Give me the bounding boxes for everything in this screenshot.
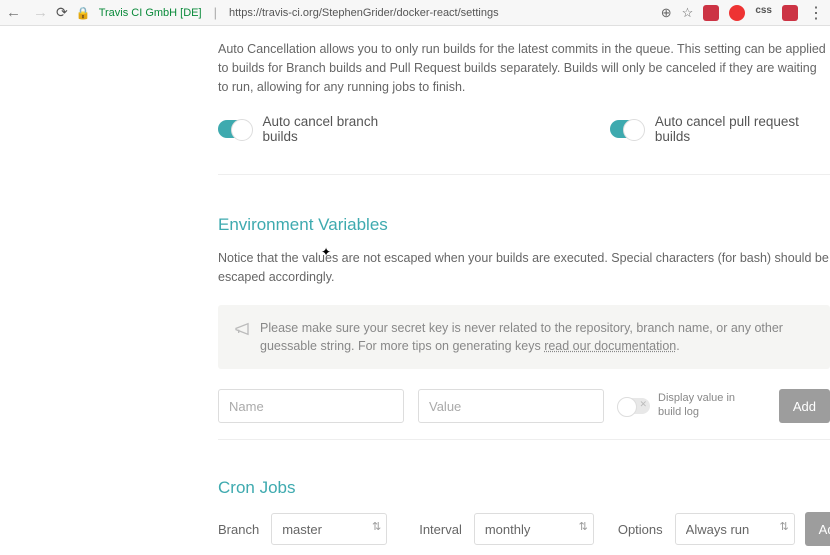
env-name-input[interactable] — [218, 389, 404, 423]
interval-label: Interval — [419, 522, 462, 537]
megaphone-icon — [234, 321, 250, 337]
interval-select[interactable]: monthly — [474, 513, 594, 545]
auto-cancel-description: Auto Cancellation allows you to only run… — [218, 40, 830, 96]
extension-icon[interactable]: css — [755, 5, 772, 21]
browser-address-bar: ← → ⟳ 🔒 Travis CI GmbH [DE] | https://tr… — [0, 0, 830, 26]
back-button[interactable]: ← — [6, 4, 21, 21]
url-text[interactable]: https://travis-ci.org/StephenGrider/dock… — [229, 7, 499, 19]
options-label: Options — [618, 522, 663, 537]
bookmark-star-icon[interactable]: ☆ — [682, 5, 694, 21]
secret-tip-text: Please make sure your secret key is neve… — [260, 321, 783, 353]
add-cron-button[interactable]: Add — [805, 512, 830, 546]
secret-key-tip-box: Please make sure your secret key is neve… — [218, 305, 830, 369]
auto-cancel-branch-toggle[interactable] — [218, 120, 251, 138]
section-divider — [218, 439, 830, 440]
extension-icon[interactable] — [703, 5, 719, 21]
forward-button[interactable]: → — [33, 4, 48, 21]
env-vars-notice: Notice that the values are not escaped w… — [218, 249, 830, 287]
auto-cancel-pr-label: Auto cancel pull request builds — [655, 114, 830, 144]
display-value-label: Display value in build log — [658, 392, 748, 420]
options-select[interactable]: Always run — [675, 513, 795, 545]
auto-cancel-branch-label: Auto cancel branch builds — [263, 114, 411, 144]
section-divider — [218, 174, 830, 175]
display-value-toggle[interactable] — [618, 398, 650, 414]
env-value-input[interactable] — [418, 389, 604, 423]
ssl-org-label: Travis CI GmbH [DE] — [99, 7, 202, 19]
url-divider: | — [214, 5, 217, 20]
lock-icon: 🔒 — [76, 6, 91, 20]
add-env-button[interactable]: Add — [779, 389, 830, 423]
zoom-icon[interactable]: ⊕ — [661, 5, 672, 21]
extension-icon[interactable] — [782, 5, 798, 21]
env-vars-heading: Environment Variables — [218, 215, 830, 235]
branch-select[interactable]: master — [271, 513, 387, 545]
cron-jobs-heading: Cron Jobs — [218, 478, 830, 498]
browser-menu-icon[interactable]: ⋮ — [808, 3, 824, 23]
documentation-link[interactable]: read our documentation — [544, 339, 676, 353]
reload-button[interactable]: ⟳ — [56, 4, 68, 21]
auto-cancel-pr-toggle[interactable] — [610, 120, 643, 138]
extension-icon[interactable] — [729, 5, 745, 21]
branch-label: Branch — [218, 522, 259, 537]
